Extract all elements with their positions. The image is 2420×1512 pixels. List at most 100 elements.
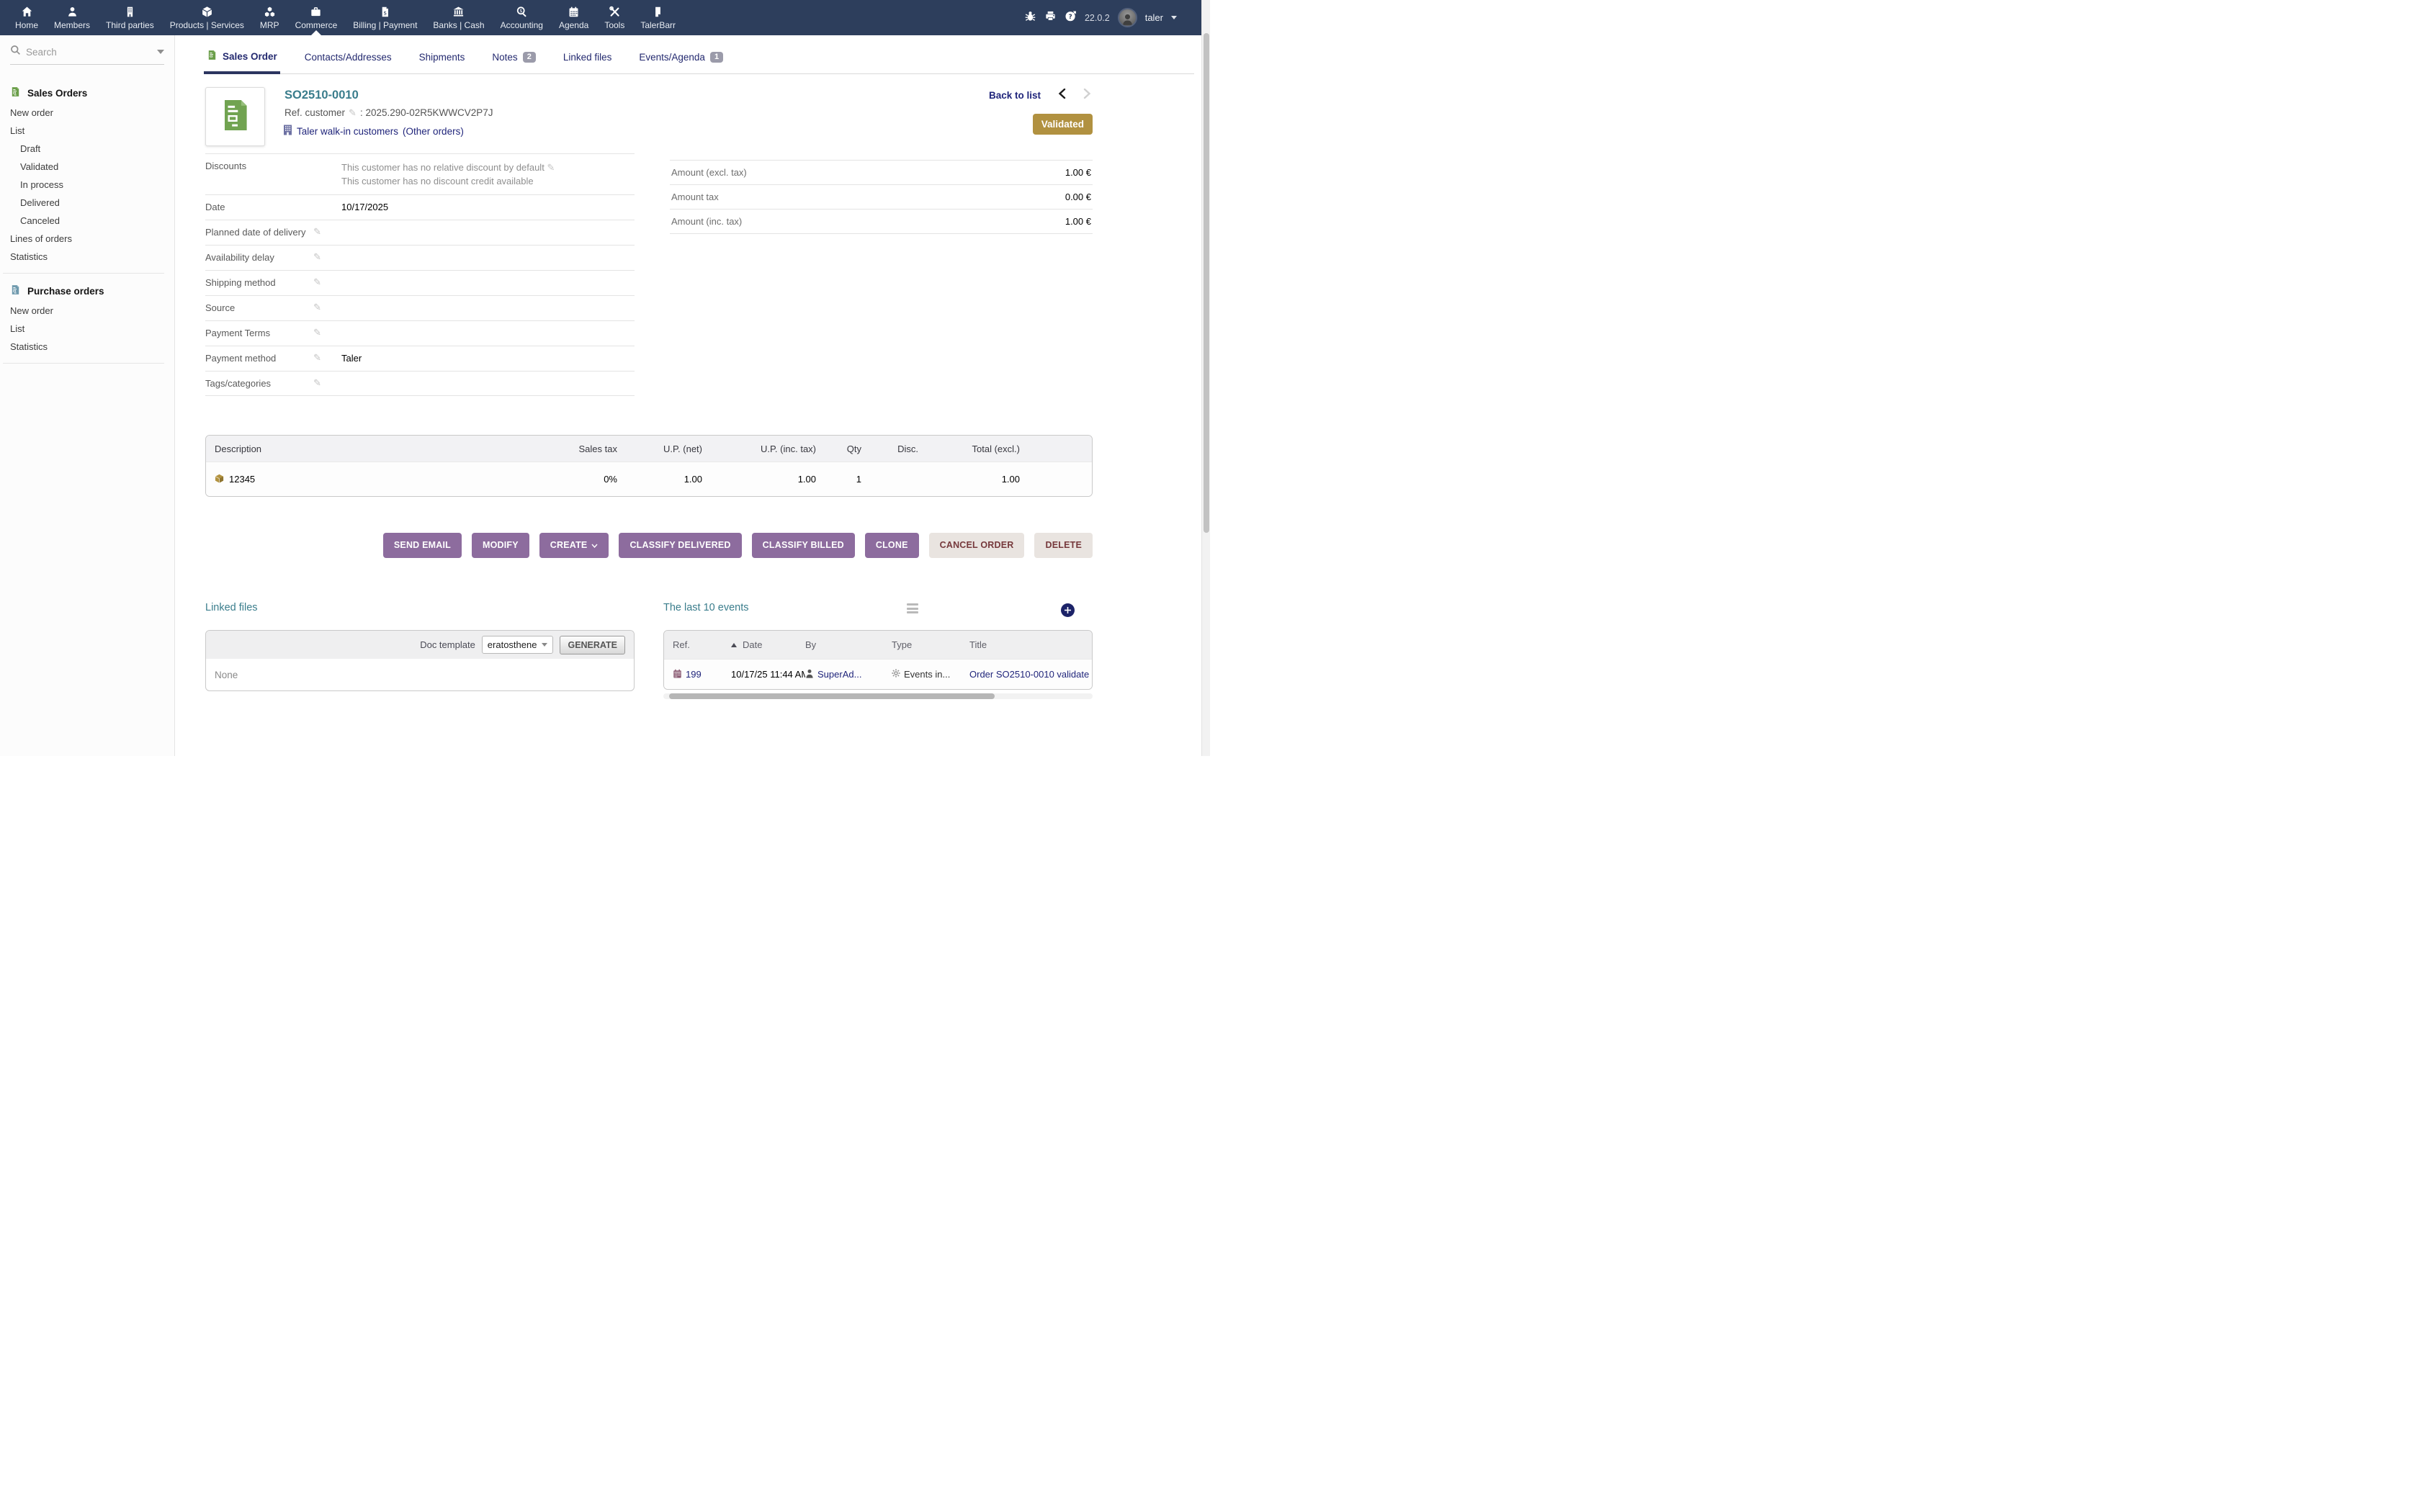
clone-button[interactable]: CLONE [865,533,919,558]
menu-talerbarr[interactable]: TalerBarr [632,0,684,35]
linked-files-box: Doc template eratosthene GENERATE None [205,630,635,691]
menu-accounting[interactable]: $ Accounting [493,0,551,35]
tab-contacts-addresses[interactable]: Contacts/Addresses [303,46,393,73]
edit-pencil-icon[interactable]: ✎ [313,378,321,387]
events-scrollbar-thumb[interactable] [669,693,995,699]
menu-billing-payment[interactable]: $ Billing | Payment [345,0,425,35]
event-title-link[interactable]: Order SO2510-0010 validate [969,669,1089,680]
order-photo-card[interactable] [205,87,265,146]
green-document-icon [207,50,218,63]
ref-customer-line: Ref. customer ✎ : 2025.290-02R5KWWCV2P7J [284,107,493,118]
add-event-button[interactable] [1061,603,1075,617]
menu-third-parties[interactable]: Third parties [98,0,162,35]
section-sales-orders: Sales Orders [0,83,174,104]
back-to-list-link[interactable]: Back to list [989,90,1041,101]
col-date[interactable]: Date [731,639,805,650]
customer-link[interactable]: Taler walk-in customers [297,126,398,137]
order-line-row: 12345 0% 1.00 1.00 1 1.00 [206,462,1092,496]
tab-linked-files[interactable]: Linked files [562,46,614,73]
tab-label: Notes [492,52,517,63]
menu-mrp[interactable]: MRP [252,0,287,35]
sidebar-item-statistics[interactable]: Statistics [0,248,174,266]
order-details-table: Discounts This customer has no relative … [205,153,635,396]
edit-pencil-icon[interactable]: ✎ [313,277,321,287]
sidebar-item-po-statistics[interactable]: Statistics [0,338,174,356]
menu-members[interactable]: Members [46,0,98,35]
delete-button[interactable]: DELETE [1034,533,1093,558]
chevron-down-icon[interactable] [1171,16,1177,19]
calendar-icon [568,6,580,18]
help-icon[interactable]: ? [1065,10,1077,26]
edit-pencil-icon[interactable]: ✎ [313,302,321,312]
other-orders-link[interactable]: (Other orders) [403,126,464,137]
ref-customer-label: Ref. customer [284,107,345,118]
menu-products-services[interactable]: Products | Services [162,0,252,35]
tab-notes[interactable]: Notes2 [490,46,537,73]
col-label: Type [892,639,912,650]
linked-files-empty: None [206,659,634,690]
user-avatar[interactable] [1118,8,1137,27]
col-label: Ref. [673,639,690,650]
col-ref[interactable]: Ref. [673,639,731,650]
search-input[interactable] [26,47,152,58]
divider [3,273,164,274]
field-label: Payment Terms [205,328,270,338]
events-menu-icon[interactable] [907,603,918,613]
button-label: CLASSIFY BILLED [763,533,844,558]
previous-record-icon[interactable] [1058,89,1066,102]
edit-pencil-icon[interactable]: ✎ [313,353,321,362]
bug-report-icon[interactable] [1024,10,1036,26]
button-label: SEND EMAIL [394,533,451,558]
col-title[interactable]: Title [969,639,1092,650]
top-menu: Home Members Third parties Products | Se… [7,0,684,35]
menu-agenda[interactable]: Agenda [551,0,596,35]
event-ref-link[interactable]: 199 [686,669,702,680]
line-total: 1.00 [918,474,1020,485]
field-availability-delay: Availability delay✎ [205,245,635,270]
button-label: CLASSIFY DELIVERED [629,533,730,558]
sidebar-item-draft[interactable]: Draft [0,140,174,158]
menu-commerce[interactable]: Commerce [287,0,346,35]
field-label: Discounts [205,161,246,171]
sidebar-item-lines-of-orders[interactable]: Lines of orders [0,230,174,248]
last-events-title: The last 10 events [663,602,749,613]
sidebar-item-new-order[interactable]: New order [0,104,174,122]
cancel-order-button[interactable]: CANCEL ORDER [929,533,1025,558]
event-by-link[interactable]: SuperAd... [817,669,861,680]
menu-home[interactable]: Home [7,0,46,35]
doc-template-select[interactable]: eratosthene [482,636,554,654]
edit-pencil-icon[interactable]: ✎ [313,227,321,236]
sidebar-item-validated[interactable]: Validated [0,158,174,176]
col-type[interactable]: Type [892,639,969,650]
edit-pencil-icon[interactable]: ✎ [313,252,321,261]
menu-tools[interactable]: Tools [596,0,632,35]
amount-label: Amount tax [671,192,719,202]
tab-events-agenda[interactable]: Events/Agenda1 [637,46,725,73]
sidebar-item-canceled[interactable]: Canceled [0,212,174,230]
classify-delivered-button[interactable]: CLASSIFY DELIVERED [619,533,741,558]
tab-shipments[interactable]: Shipments [418,46,467,73]
user-name[interactable]: taler [1145,12,1163,23]
sidebar-item-po-list[interactable]: List [0,320,174,338]
left-sidebar: Sales Orders New order List Draft Valida… [0,35,175,756]
menu-banks-cash[interactable]: Banks | Cash [425,0,492,35]
create-dropdown-button[interactable]: CREATE [539,533,609,558]
print-icon[interactable] [1044,10,1057,26]
sidebar-item-in-process[interactable]: In process [0,176,174,194]
tab-sales-order[interactable]: Sales Order [205,44,279,73]
search-options-caret-icon[interactable] [157,50,164,54]
page-scrollbar-thumb[interactable] [1204,33,1209,533]
button-label: DELETE [1045,533,1082,558]
sidebar-item-delivered[interactable]: Delivered [0,194,174,212]
next-record-icon [1083,89,1091,102]
edit-pencil-icon[interactable]: ✎ [547,162,555,173]
edit-pencil-icon[interactable]: ✎ [313,328,321,337]
col-by[interactable]: By [805,639,892,650]
classify-billed-button[interactable]: CLASSIFY BILLED [752,533,855,558]
sidebar-item-po-new-order[interactable]: New order [0,302,174,320]
sidebar-item-list[interactable]: List [0,122,174,140]
send-email-button[interactable]: SEND EMAIL [383,533,462,558]
edit-pencil-icon[interactable]: ✎ [349,108,357,117]
modify-button[interactable]: MODIFY [472,533,529,558]
generate-button[interactable]: GENERATE [560,636,625,654]
